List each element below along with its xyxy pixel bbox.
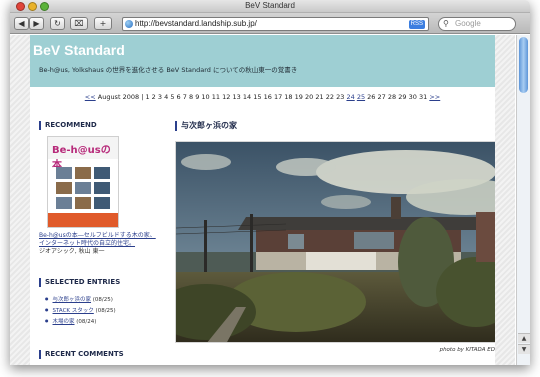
calendar-day: 11: [211, 93, 221, 101]
address-text: http://bevstandard.landship.sub.jp/: [135, 19, 257, 28]
main-content: 与次郎ヶ浜の家 photo by KITADA ED: [175, 121, 495, 353]
calendar-bar: << August 2008 | 1 2 3 4 5 6 7 8 9 10 11…: [30, 93, 495, 101]
calendar-next-link[interactable]: >>: [429, 93, 440, 101]
search-placeholder: Google: [455, 19, 481, 28]
search-input[interactable]: ⚲ Google: [438, 17, 516, 31]
selected-entries: SELECTED ENTRIES 与次郎ヶ浜の家 (08/25) STACK ス…: [39, 278, 159, 327]
blog-title[interactable]: BeV Standard: [33, 42, 125, 58]
calendar-day: 10: [201, 93, 210, 101]
calendar-day: 16: [263, 93, 272, 101]
house-photo-illustration: [176, 142, 495, 342]
background-stripes-left: [10, 35, 30, 365]
calendar-days: | 1 2 3 4 5 6 7 8 9 10 11 12 13 14 15 16…: [141, 93, 428, 101]
globe-icon: [125, 20, 133, 28]
calendar-day[interactable]: 24: [346, 93, 354, 101]
blog-page: BeV Standard Be-h@us, Yolkshaus の世界を進化させ…: [30, 35, 495, 365]
sidebar: RECOMMEND Be-h@usの本 Be-h@usの本―セルフビルドする木の…: [39, 121, 159, 327]
entry-list: 与次郎ヶ浜の家 (08/25) STACK スタック (08/25) 木場の家 …: [39, 294, 159, 327]
calendar-day: 31: [418, 93, 428, 101]
reload-button[interactable]: ↻: [50, 17, 65, 30]
vertical-scrollbar[interactable]: ▲ ▼: [516, 35, 530, 365]
address-bar[interactable]: http://bevstandard.landship.sub.jp/ RSS: [122, 17, 429, 31]
book-caption-link[interactable]: Be-h@usの本―セルフビルドする木の家、インターネット時代の自立的住宅。: [39, 232, 159, 248]
calendar-prev-link[interactable]: <<: [85, 93, 96, 101]
book-author: ジオアシック, 秋山 東一: [39, 248, 105, 255]
blog-banner: BeV Standard Be-h@us, Yolkshaus の世界を進化させ…: [30, 35, 495, 87]
house-photo: [175, 141, 495, 343]
blog-description: Be-h@us, Yolkshaus の世界を進化させる BeV Standar…: [39, 66, 298, 74]
entry-link[interactable]: STACK スタック: [53, 308, 94, 314]
search-icon: ⚲: [443, 19, 449, 28]
recent-comments-heading: RECENT COMMENTS: [39, 350, 124, 359]
browser-toolbar: ◀ ▶ ↻ ⌧ + http://bevstandard.landship.su…: [10, 13, 530, 34]
calendar-day: 22: [325, 93, 335, 101]
calendar-day: 15: [253, 93, 262, 101]
calendar-day: 21: [315, 93, 324, 101]
post-title[interactable]: 与次郎ヶ浜の家: [175, 121, 495, 131]
calendar-day: 1: [145, 93, 150, 101]
calendar-day: 13: [232, 93, 241, 101]
background-stripes-right: [495, 35, 515, 365]
photo-credit: photo by KITADA ED: [439, 347, 495, 353]
book-cover-grid: [56, 167, 112, 209]
entry-link[interactable]: 与次郎ヶ浜の家: [53, 297, 92, 303]
calendar-month: August 2008: [97, 93, 140, 101]
snapback-button[interactable]: ⌧: [70, 17, 88, 30]
scroll-down-arrow[interactable]: ▼: [518, 344, 530, 354]
recommend-heading: RECOMMEND: [39, 121, 159, 130]
title-bar: BeV Standard: [10, 0, 530, 13]
page-viewport: BeV Standard Be-h@us, Yolkshaus の世界を進化させ…: [10, 35, 530, 365]
calendar-day: 28: [387, 93, 397, 101]
list-item: STACK スタック (08/25): [45, 305, 159, 316]
calendar-day: 29: [398, 93, 407, 101]
selected-entries-heading: SELECTED ENTRIES: [39, 278, 159, 287]
calendar-day: 19: [294, 93, 303, 101]
scroll-thumb[interactable]: [519, 37, 528, 93]
forward-button[interactable]: ▶: [29, 17, 44, 30]
rss-button[interactable]: RSS: [408, 20, 425, 29]
calendar-day: 27: [377, 93, 386, 101]
scroll-up-arrow[interactable]: ▲: [518, 333, 530, 343]
back-button[interactable]: ◀: [14, 17, 29, 30]
calendar-day: 18: [284, 93, 293, 101]
browser-window: BeV Standard ◀ ▶ ↻ ⌧ + http://bevstandar…: [10, 0, 530, 365]
book-cover-image[interactable]: Be-h@usの本: [47, 136, 119, 228]
entry-link[interactable]: 木場の家: [53, 319, 75, 325]
calendar-day: 30: [408, 93, 417, 101]
add-bookmark-button[interactable]: +: [94, 17, 112, 30]
list-item: 与次郎ヶ浜の家 (08/25): [45, 294, 159, 305]
list-item: 木場の家 (08/24): [45, 316, 159, 327]
window-title: BeV Standard: [245, 1, 295, 10]
calendar-day: 14: [242, 93, 252, 101]
calendar-day: 17: [273, 93, 283, 101]
calendar-day[interactable]: 25: [357, 93, 365, 101]
